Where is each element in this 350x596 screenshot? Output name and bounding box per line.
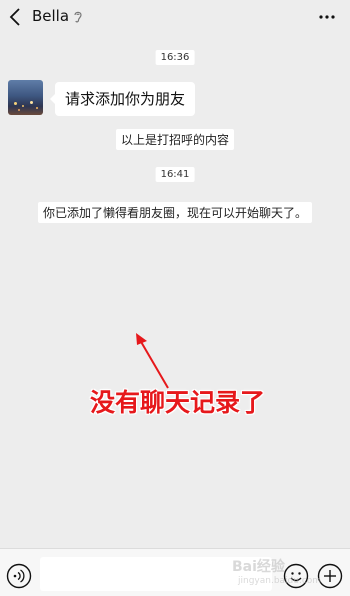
ear-icon [74, 11, 82, 23]
more-dots-icon[interactable] [318, 13, 336, 21]
watermark-url: jingyan.baidu.com [238, 576, 322, 586]
annotation-arrow-icon [136, 333, 169, 389]
system-message: 以上是打招呼的内容 [115, 129, 235, 150]
watermark: Bai经验 jingyan.baidu.com [232, 556, 321, 592]
annotation-text: 没有聊天记录了 [90, 388, 266, 417]
friend-message-bubble[interactable]: 请求添加你为朋友 [49, 82, 196, 116]
chat-header: Bella [0, 0, 350, 34]
timestamp: 16:36 [155, 50, 195, 65]
chat-title: Bella [32, 7, 70, 25]
voice-icon[interactable] [6, 563, 32, 589]
chevron-left-icon[interactable] [7, 6, 25, 28]
watermark-logo: Bai经验 [232, 559, 285, 575]
timestamp: 16:41 [155, 167, 195, 182]
system-message: 你已添加了懒得看朋友圈，现在可以开始聊天了。 [37, 202, 313, 223]
friend-avatar[interactable] [8, 80, 43, 115]
